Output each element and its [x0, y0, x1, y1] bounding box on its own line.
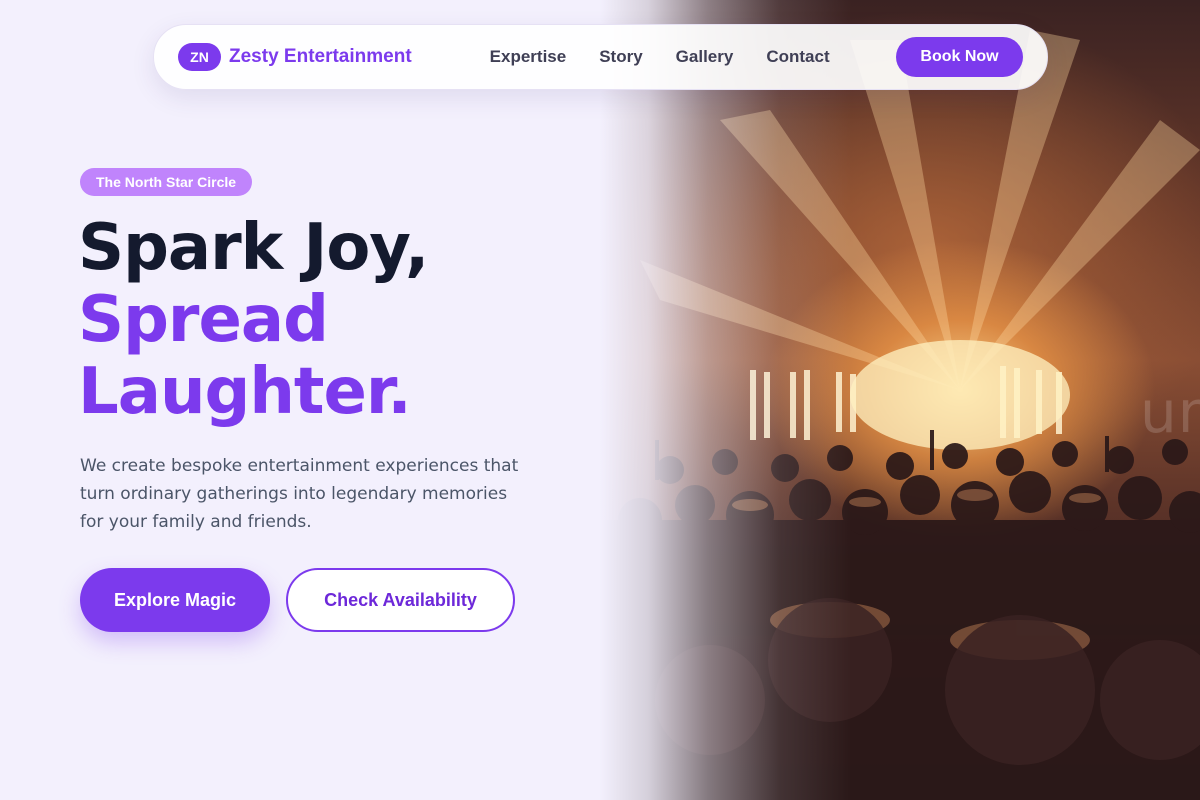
top-navbar: ZN Zesty Entertainment Expertise Story G…	[153, 24, 1048, 90]
hero-description: We create bespoke entertainment experien…	[80, 456, 519, 532]
explore-magic-button[interactable]: Explore Magic	[80, 568, 270, 632]
nav-link-story[interactable]: Story	[599, 47, 642, 67]
brand-logo[interactable]: ZN Zesty Entertainment	[178, 43, 412, 71]
nav-links: Expertise Story Gallery Contact	[490, 47, 830, 67]
hero-cta-group: Explore Magic Check Availability	[80, 568, 515, 632]
headline-line-1: Spark Joy,	[78, 211, 429, 285]
hero-headline: Spark Joy, Spread Laughter.	[78, 211, 429, 429]
nav-link-contact[interactable]: Contact	[766, 47, 829, 67]
eyebrow-badge: The North Star Circle	[80, 168, 253, 196]
nav-link-expertise[interactable]: Expertise	[490, 47, 567, 67]
check-availability-button[interactable]: Check Availability	[286, 568, 515, 632]
book-now-button[interactable]: Book Now	[896, 37, 1023, 77]
headline-line-2: Spread	[78, 283, 329, 357]
brand-badge: ZN	[178, 43, 221, 71]
brand-name: Zesty Entertainment	[229, 46, 412, 67]
headline-line-3: Laughter.	[78, 355, 412, 429]
image-watermark: unnyhamdesign.com	[1140, 378, 1200, 446]
hero-concert-image: unnyhamdesign.com	[600, 0, 1200, 800]
nav-link-gallery[interactable]: Gallery	[676, 47, 734, 67]
